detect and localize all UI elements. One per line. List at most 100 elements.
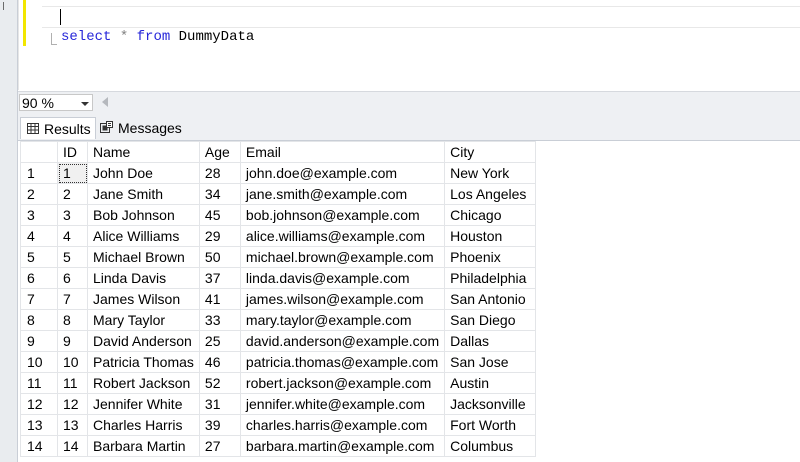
cell-city[interactable]: Chicago <box>444 204 537 226</box>
cell-name[interactable]: Bob Johnson <box>87 204 200 226</box>
cell-name[interactable]: David Anderson <box>87 330 200 352</box>
cell-email[interactable]: james.wilson@example.com <box>239 288 446 310</box>
table-row[interactable]: 11 11 Robert Jackson 52 robert.jackson@examp… <box>20 372 537 394</box>
dropdown-arrow-icon[interactable] <box>81 102 89 106</box>
cell-email[interactable]: charles.harris@example.com <box>239 414 446 436</box>
cell-email[interactable]: barbara.martin@example.com <box>239 435 446 457</box>
cell-id[interactable]: 14 <box>57 435 88 457</box>
scroll-left-icon[interactable] <box>102 97 108 107</box>
cell-name[interactable]: Jane Smith <box>87 183 200 205</box>
row-number[interactable]: 11 <box>20 372 58 394</box>
cell-city[interactable]: Dallas <box>444 330 537 352</box>
cell-id[interactable]: 11 <box>57 372 88 394</box>
column-header-name[interactable]: Name <box>87 141 200 163</box>
cell-age[interactable]: 52 <box>198 372 241 394</box>
table-row[interactable]: 4 4 Alice Williams 29 alice.williams@example… <box>20 225 537 247</box>
cell-email[interactable]: mary.taylor@example.com <box>239 309 446 331</box>
column-header-city[interactable]: City <box>444 141 537 163</box>
cell-age[interactable]: 27 <box>198 435 241 457</box>
cell-city[interactable]: San Jose <box>444 351 537 373</box>
cell-name[interactable]: Michael Brown <box>87 246 200 268</box>
cell-age[interactable]: 34 <box>198 183 241 205</box>
cell-age[interactable]: 46 <box>198 351 241 373</box>
cell-city[interactable]: San Antonio <box>444 288 537 310</box>
cell-city[interactable]: Austin <box>444 372 537 394</box>
table-row[interactable]: 10 10 Patricia Thomas 46 patricia.thomas@exa… <box>20 351 537 373</box>
corner-cell[interactable] <box>20 141 58 163</box>
cell-name[interactable]: Jennifer White <box>87 393 200 415</box>
cell-id[interactable]: 4 <box>57 225 88 247</box>
cell-age[interactable]: 45 <box>198 204 241 226</box>
cell-email[interactable]: jennifer.white@example.com <box>239 393 446 415</box>
cell-id[interactable]: 12 <box>57 393 88 415</box>
cell-age[interactable]: 37 <box>198 267 241 289</box>
cell-email[interactable]: patricia.thomas@example.com <box>239 351 446 373</box>
cell-city[interactable]: San Diego <box>444 309 537 331</box>
cell-age[interactable]: 28 <box>198 162 241 184</box>
zoom-dropdown[interactable]: 90 % <box>19 94 93 111</box>
cell-email[interactable]: bob.johnson@example.com <box>239 204 446 226</box>
cell-age[interactable]: 41 <box>198 288 241 310</box>
row-number[interactable]: 3 <box>20 204 58 226</box>
cell-email[interactable]: michael.brown@example.com <box>239 246 446 268</box>
cell-email[interactable]: jane.smith@example.com <box>239 183 446 205</box>
row-number[interactable]: 6 <box>20 267 58 289</box>
cell-id[interactable]: 13 <box>57 414 88 436</box>
cell-email[interactable]: linda.davis@example.com <box>239 267 446 289</box>
table-row[interactable]: 8 8 Mary Taylor 33 mary.taylor@example.com Sa… <box>20 309 537 331</box>
cell-city[interactable]: New York <box>444 162 537 184</box>
cell-id[interactable]: 7 <box>57 288 88 310</box>
row-number[interactable]: 14 <box>20 435 58 457</box>
table-row[interactable]: 9 9 David Anderson 25 david.anderson@example… <box>20 330 537 352</box>
table-row[interactable]: 12 12 Jennifer White 31 jennifer.white@examp… <box>20 393 537 415</box>
row-number[interactable]: 8 <box>20 309 58 331</box>
cell-city[interactable]: Los Angeles <box>444 183 537 205</box>
cell-email[interactable]: john.doe@example.com <box>239 162 446 184</box>
cell-age[interactable]: 50 <box>198 246 241 268</box>
table-row[interactable]: 1 1 John Doe 28 john.doe@example.com New York <box>20 162 537 184</box>
cell-city[interactable]: Columbus <box>444 435 537 457</box>
cell-id[interactable]: 5 <box>57 246 88 268</box>
cell-name[interactable]: Linda Davis <box>87 267 200 289</box>
table-row[interactable]: 3 3 Bob Johnson 45 bob.johnson@example.com Ch… <box>20 204 537 226</box>
cell-age[interactable]: 29 <box>198 225 241 247</box>
cell-id[interactable]: 2 <box>57 183 88 205</box>
row-number[interactable]: 2 <box>20 183 58 205</box>
table-row[interactable]: 6 6 Linda Davis 37 linda.davis@example.com Ph… <box>20 267 537 289</box>
table-row[interactable]: 7 7 James Wilson 41 james.wilson@example.com… <box>20 288 537 310</box>
cell-name[interactable]: Patricia Thomas <box>87 351 200 373</box>
cell-name[interactable]: Robert Jackson <box>87 372 200 394</box>
cell-name[interactable]: Barbara Martin <box>87 435 200 457</box>
table-row[interactable]: 2 2 Jane Smith 34 jane.smith@example.com Los … <box>20 183 537 205</box>
cell-age[interactable]: 39 <box>198 414 241 436</box>
row-number[interactable]: 10 <box>20 351 58 373</box>
table-row[interactable]: 14 14 Barbara Martin 27 barbara.martin@examp… <box>20 435 537 457</box>
row-number[interactable]: 4 <box>20 225 58 247</box>
tab-results[interactable]: Results <box>20 117 96 139</box>
cell-age[interactable]: 33 <box>198 309 241 331</box>
cell-city[interactable]: Philadelphia <box>444 267 537 289</box>
row-number[interactable]: 12 <box>20 393 58 415</box>
cell-id[interactable]: 8 <box>57 309 88 331</box>
row-number[interactable]: 1 <box>20 162 58 184</box>
table-row[interactable]: 5 5 Michael Brown 50 michael.brown@example.c… <box>20 246 537 268</box>
cell-email[interactable]: robert.jackson@example.com <box>239 372 446 394</box>
cell-name[interactable]: John Doe <box>87 162 200 184</box>
cell-city[interactable]: Phoenix <box>444 246 537 268</box>
cell-city[interactable]: Houston <box>444 225 537 247</box>
cell-id[interactable]: 6 <box>57 267 88 289</box>
column-header-age[interactable]: Age <box>198 141 241 163</box>
row-number[interactable]: 5 <box>20 246 58 268</box>
cell-email[interactable]: david.anderson@example.com <box>239 330 446 352</box>
row-number[interactable]: 13 <box>20 414 58 436</box>
row-number[interactable]: 7 <box>20 288 58 310</box>
cell-age[interactable]: 31 <box>198 393 241 415</box>
cell-email[interactable]: alice.williams@example.com <box>239 225 446 247</box>
cell-name[interactable]: Charles Harris <box>87 414 200 436</box>
cell-city[interactable]: Jacksonville <box>444 393 537 415</box>
cell-id[interactable]: 3 <box>57 204 88 226</box>
cell-name[interactable]: Alice Williams <box>87 225 200 247</box>
column-header-id[interactable]: ID <box>57 141 88 163</box>
cell-id[interactable]: 9 <box>57 330 88 352</box>
cell-city[interactable]: Fort Worth <box>444 414 537 436</box>
